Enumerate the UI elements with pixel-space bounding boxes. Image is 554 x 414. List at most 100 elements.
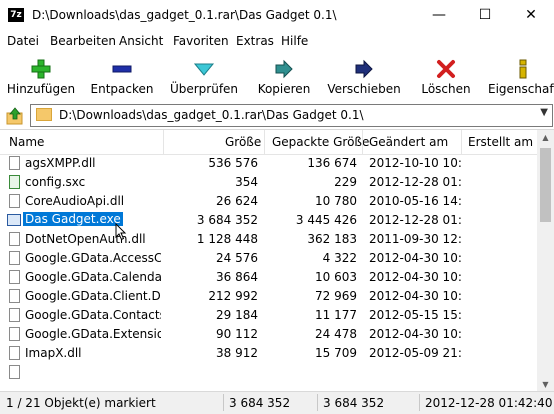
test-button[interactable]: Überprüfen — [162, 53, 246, 99]
status-modified: 2012-12-28 01:42:40 — [425, 396, 553, 410]
file-size: 36 864 — [216, 270, 258, 284]
plus-icon — [31, 59, 51, 79]
copy-label: Kopieren — [257, 82, 311, 96]
dll-file-icon — [9, 308, 20, 322]
copy-button[interactable]: Kopieren — [246, 53, 322, 99]
column-divider[interactable] — [264, 130, 265, 154]
menu-favoriten[interactable]: Favoriten — [173, 34, 229, 48]
file-size: 24 576 — [216, 251, 258, 265]
table-row[interactable]: config.sxc 354 229 2012-12-28 01:50 — [0, 173, 537, 192]
table-row[interactable]: CoreAudioApi.dll 26 624 10 780 2010-05-1… — [0, 192, 537, 211]
file-size: 26 624 — [216, 194, 258, 208]
dll-file-icon — [9, 232, 20, 246]
exe-file-icon — [7, 214, 21, 226]
chevron-down-icon[interactable]: ▼ — [540, 107, 548, 118]
file-modified: 2012-10-10 10:04 — [369, 156, 461, 170]
file-packed-size: 10 780 — [315, 194, 357, 208]
column-header: Name Größe Gepackte Größe Geändert am Er… — [0, 130, 537, 155]
file-modified: 2012-05-09 21:22 — [369, 346, 461, 360]
minimize-button[interactable]: — — [416, 0, 462, 31]
vertical-scrollbar[interactable]: ▲ ▼ — [537, 130, 554, 392]
add-button[interactable]: Hinzufügen — [0, 53, 82, 99]
file-name: ImapX.dll — [25, 346, 82, 360]
title-bar: 7z D:\Downloads\das_gadget_0.1.rar\Das G… — [0, 0, 554, 31]
window-title: D:\Downloads\das_gadget_0.1.rar\Das Gadg… — [32, 8, 337, 22]
address-bar: D:\Downloads\das_gadget_0.1.rar\Das Gadg… — [0, 101, 554, 129]
file-size: 38 912 — [216, 346, 258, 360]
add-label: Hinzufügen — [6, 82, 76, 96]
scroll-down-arrow-icon[interactable]: ▼ — [537, 380, 554, 389]
table-row[interactable]: Google.GData.Client.DLL 212 992 72 969 2… — [0, 287, 537, 306]
table-row[interactable]: Google.GData.AccessCo... 24 576 4 322 20… — [0, 249, 537, 268]
column-size[interactable]: Größe — [225, 135, 261, 149]
file-size: 90 112 — [216, 327, 258, 341]
column-packed-size[interactable]: Gepackte Größe — [272, 135, 369, 149]
table-row[interactable]: Google.GData.Contacts.... 29 184 11 177 … — [0, 306, 537, 325]
dll-file-icon — [9, 251, 20, 265]
maximize-button[interactable]: ☐ — [462, 0, 508, 31]
file-modified: 2011-09-30 12:25 — [369, 232, 461, 246]
column-divider[interactable] — [461, 130, 462, 154]
file-modified: 2012-04-30 10:21 — [369, 327, 461, 341]
file-list: Name Größe Gepackte Größe Geändert am Er… — [0, 129, 554, 392]
file-name: config.sxc — [25, 175, 86, 189]
minus-icon — [112, 65, 132, 73]
menu-hilfe[interactable]: Hilfe — [281, 34, 308, 48]
status-divider — [317, 394, 318, 411]
properties-label: Eigenschaften — [488, 82, 554, 96]
test-label: Überprüfen — [169, 82, 239, 96]
file-packed-size: 4 322 — [322, 251, 357, 265]
file-packed-size: 229 — [334, 175, 357, 189]
column-name[interactable]: Name — [9, 135, 44, 149]
file-packed-size: 15 709 — [315, 346, 357, 360]
file-name-cell: Das Gadget.exe — [23, 212, 161, 226]
table-row[interactable]: DotNetOpenAuth.dll 1 128 448 362 183 201… — [0, 230, 537, 249]
status-bar: 1 / 21 Objekt(e) markiert 3 684 352 3 68… — [0, 391, 554, 414]
file-size: 212 992 — [208, 289, 258, 303]
table-row[interactable]: Google.GData.Extension... 90 112 24 478 … — [0, 325, 537, 344]
menu-bar: Datei Bearbeiten Ansicht Favoriten Extra… — [0, 31, 554, 51]
move-button[interactable]: Verschieben — [322, 53, 406, 99]
column-created[interactable]: Erstellt am — [468, 135, 533, 149]
file-modified: 2012-04-30 10:21 — [369, 270, 461, 284]
column-modified[interactable]: Geändert am — [369, 135, 448, 149]
delete-x-icon — [437, 60, 455, 78]
delete-label: Löschen — [421, 82, 471, 96]
menu-extras[interactable]: Extras — [236, 34, 274, 48]
properties-button[interactable]: Eigenschaften — [486, 53, 554, 99]
file-name: Google.GData.Calendar.... — [25, 270, 161, 284]
file-name: CoreAudioApi.dll — [25, 194, 125, 208]
delete-button[interactable]: Löschen — [406, 53, 486, 99]
file-packed-size: 362 183 — [307, 232, 357, 246]
toolbar: Hinzufügen Entpacken Überprüfen Kopieren… — [0, 51, 554, 101]
file-modified: 2012-12-28 01:42 — [369, 213, 461, 227]
column-divider[interactable] — [163, 130, 164, 154]
dll-file-icon — [9, 194, 20, 208]
dll-file-icon — [9, 156, 20, 170]
menu-ansicht[interactable]: Ansicht — [119, 34, 163, 48]
status-packed: 3 684 352 — [323, 396, 385, 410]
copy-arrow-icon — [275, 59, 293, 79]
file-modified: 2012-12-28 01:50 — [369, 175, 461, 189]
path-text: D:\Downloads\das_gadget_0.1.rar\Das Gadg… — [59, 108, 364, 122]
file-modified: 2012-05-15 15:35 — [369, 308, 461, 322]
file-name: DotNetOpenAuth.dll — [25, 232, 146, 246]
table-row-selected[interactable]: Das Gadget.exe 3 684 352 3 445 426 2012-… — [0, 211, 537, 230]
menu-datei[interactable]: Datei — [7, 34, 39, 48]
file-packed-size: 72 969 — [315, 289, 357, 303]
column-divider[interactable] — [362, 130, 363, 154]
path-input[interactable]: D:\Downloads\das_gadget_0.1.rar\Das Gadg… — [30, 104, 553, 127]
folder-up-icon[interactable] — [5, 106, 25, 126]
table-row[interactable] — [0, 363, 537, 382]
table-row[interactable]: agsXMPP.dll 536 576 136 674 2012-10-10 1… — [0, 154, 537, 173]
app-icon: 7z — [8, 8, 24, 22]
table-row[interactable]: Google.GData.Calendar.... 36 864 10 603 … — [0, 268, 537, 287]
extract-button[interactable]: Entpacken — [82, 53, 162, 99]
table-row[interactable]: ImapX.dll 38 912 15 709 2012-05-09 21:22 — [0, 344, 537, 363]
close-button[interactable]: ✕ — [508, 0, 554, 31]
menu-bearbeiten[interactable]: Bearbeiten — [50, 34, 116, 48]
check-icon — [193, 63, 215, 76]
scroll-up-arrow-icon[interactable]: ▲ — [537, 133, 554, 142]
file-size: 354 — [235, 175, 258, 189]
scrollbar-thumb[interactable] — [540, 148, 551, 222]
